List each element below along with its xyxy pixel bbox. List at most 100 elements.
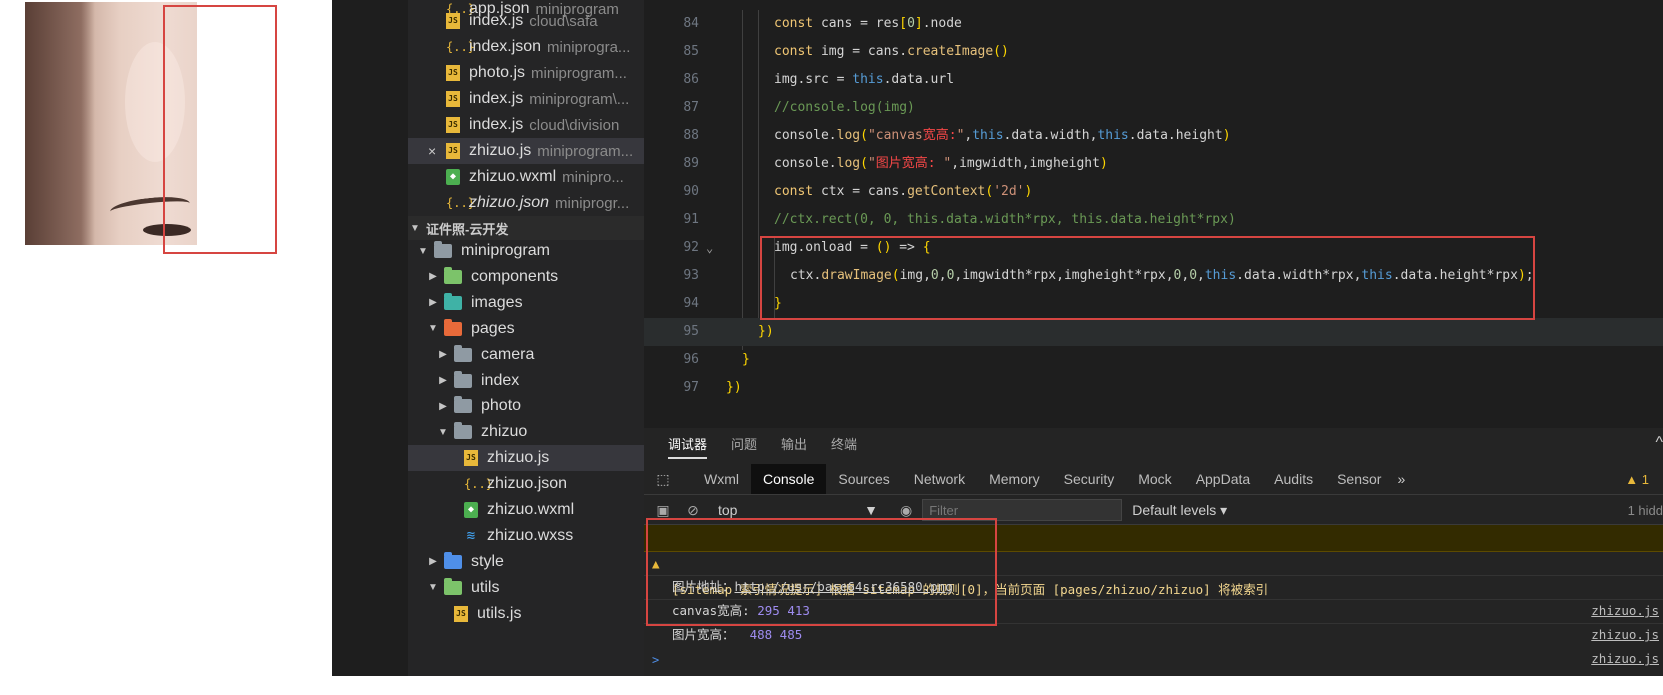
item-name: photo xyxy=(481,397,522,415)
onload-code-annotation xyxy=(760,236,1535,320)
code-line[interactable]: 85 const img = cans.createImage() xyxy=(644,38,1663,66)
tree-item-components[interactable]: ▶ components xyxy=(408,264,644,290)
tree-item-camera[interactable]: ▶ camera xyxy=(408,342,644,368)
tab-appdata[interactable]: AppData xyxy=(1184,464,1262,494)
eye-icon[interactable]: ◉ xyxy=(900,502,912,519)
activity-gutter xyxy=(332,0,408,676)
clear-console-icon[interactable]: ⊘ xyxy=(682,502,704,519)
more-tabs-icon[interactable]: » xyxy=(1393,471,1409,487)
tab-wxml[interactable]: Wxml xyxy=(692,464,751,494)
code-line[interactable]: 87 //console.log(img) xyxy=(644,94,1663,122)
chevron-down-icon: ▼ xyxy=(418,245,428,257)
project-section-header[interactable]: ▼ 证件照-云开发 xyxy=(408,216,644,240)
item-name: utils.js xyxy=(477,604,522,622)
open-editor-item[interactable]: JS index.js cloud\division xyxy=(408,112,644,138)
log-source-link[interactable]: zhizuo.js xyxy=(1591,647,1659,671)
tab-problems[interactable]: 问题 xyxy=(731,428,757,462)
code-editor[interactable]: 84 const cans = res[0].node 85 const img = … xyxy=(644,0,1663,428)
item-name: images xyxy=(471,293,523,311)
item-name: zhizuo.js xyxy=(487,449,550,467)
tree-item-miniprogram[interactable]: ▼ miniprogram xyxy=(408,238,644,264)
simulator-view xyxy=(0,0,332,676)
line-number: 86 xyxy=(683,72,699,87)
tree-item-zhizuo-wxml[interactable]: ◆ zhizuo.wxml xyxy=(408,497,644,523)
code-line[interactable]: 91 //ctx.rect(0, 0, this.data.width*rpx, … xyxy=(644,206,1663,234)
code-text: console.log("canvas宽高:",this.data.width,… xyxy=(774,128,1231,143)
code-line[interactable]: 86 img.src = this.data.url xyxy=(644,66,1663,94)
line-number: 90 xyxy=(683,184,699,199)
tab-terminal[interactable]: 终端 xyxy=(831,428,857,462)
tab-audits[interactable]: Audits xyxy=(1262,464,1325,494)
dropdown-caret-icon: ▼ xyxy=(864,502,878,518)
tab-network[interactable]: Network xyxy=(902,464,977,494)
folder-icon xyxy=(434,241,452,258)
tree-item-pages[interactable]: ▼ pages xyxy=(408,316,644,342)
photo-hair xyxy=(25,2,95,245)
tree-item-style[interactable]: ▶ style xyxy=(408,549,644,575)
tree-item-zhizuo-js[interactable]: JS zhizuo.js xyxy=(408,445,644,472)
code-text: }) xyxy=(726,380,742,395)
tree-item-utils-js[interactable]: JS utils.js xyxy=(408,601,644,627)
item-name: zhizuo xyxy=(481,423,528,441)
tree-item-zhizuo-wxss[interactable]: ≋ zhizuo.wxss xyxy=(408,523,644,549)
tab-sources[interactable]: Sources xyxy=(826,464,901,494)
folder-icon xyxy=(444,551,462,569)
line-number: 95 xyxy=(683,324,699,339)
tab-security[interactable]: Security xyxy=(1052,464,1127,494)
line-number: 89 xyxy=(683,156,699,171)
open-editor-item[interactable]: JS index.js miniprogram\... xyxy=(408,86,644,112)
folder-icon xyxy=(454,422,472,440)
item-name: index xyxy=(481,371,520,389)
item-name: utils xyxy=(471,578,500,596)
chevron-down-icon: ▼ xyxy=(428,323,438,335)
open-editor-item[interactable]: × JS zhizuo.js miniprogram... xyxy=(408,138,644,164)
code-line[interactable]: 96} xyxy=(644,346,1663,374)
js-file-icon: JS xyxy=(446,91,460,107)
tab-output[interactable]: 输出 xyxy=(781,428,807,462)
code-line[interactable]: 97}) xyxy=(644,374,1663,402)
console-prompt[interactable]: > xyxy=(652,653,659,667)
tab-debugger[interactable]: 调试器 xyxy=(668,428,708,462)
fold-chevron-icon[interactable]: ⌄ xyxy=(706,234,713,262)
tree-item-zhizuo[interactable]: ▼ zhizuo xyxy=(408,419,644,445)
tab-console[interactable]: Console xyxy=(751,464,827,494)
tree-item-zhizuo-json[interactable]: {..} zhizuo.json xyxy=(408,471,644,497)
open-editor-item[interactable]: {..} zhizuo.json miniprogr... xyxy=(408,190,644,216)
open-editor-item[interactable]: JS index.js cloud\safa xyxy=(408,8,644,34)
code-line[interactable]: 95}) xyxy=(644,318,1663,346)
code-line[interactable]: 84 const cans = res[0].node xyxy=(644,10,1663,38)
file-path: miniprogr... xyxy=(555,194,630,212)
open-editor-item[interactable]: {..} index.json miniprogra... xyxy=(408,34,644,60)
tree-item-photo[interactable]: ▶ photo xyxy=(408,393,644,419)
tree-item-index[interactable]: ▶ index xyxy=(408,368,644,394)
warning-count: 1 xyxy=(1641,471,1649,487)
tab-mock[interactable]: Mock xyxy=(1126,464,1183,494)
folder-icon xyxy=(444,577,462,595)
log-levels-select[interactable]: Default levels ▾ xyxy=(1132,502,1227,519)
code-text: }) xyxy=(758,324,774,339)
wxml-file-icon: ◆ xyxy=(464,502,478,518)
js-file-icon: JS xyxy=(446,117,460,133)
log-source-link[interactable]: zhizuo.js xyxy=(1591,623,1659,647)
tab-sensor[interactable]: Sensor xyxy=(1325,464,1393,494)
hidden-messages-count: 1 hidd xyxy=(1627,502,1663,518)
code-line[interactable]: 88 console.log("canvas宽高:",this.data.widt… xyxy=(644,122,1663,150)
code-line[interactable]: 90 const ctx = cans.getContext('2d') xyxy=(644,178,1663,206)
toggle-sidebar-icon[interactable]: ▣ xyxy=(652,502,674,519)
project-title: 证件照-云开发 xyxy=(426,221,509,237)
open-editor-item[interactable]: JS photo.js miniprogram... xyxy=(408,60,644,86)
context-select[interactable]: top ▼ xyxy=(718,502,878,518)
open-editor-item[interactable]: ◆ zhizuo.wxml minipro... xyxy=(408,164,644,190)
line-number: 96 xyxy=(683,352,699,367)
chevron-up-icon[interactable]: ^ xyxy=(1655,434,1663,452)
line-number: 91 xyxy=(683,212,699,227)
inspect-element-icon[interactable]: ⬚ xyxy=(650,471,676,488)
code-text: const img = cans.createImage() xyxy=(774,44,1009,59)
js-file-icon: JS xyxy=(446,65,460,81)
tree-item-images[interactable]: ▶ images xyxy=(408,290,644,316)
code-line[interactable]: 89 console.log("图片宽高: ",imgwidth,imgheigh… xyxy=(644,150,1663,178)
folder-icon xyxy=(444,266,462,284)
tree-item-utils[interactable]: ▼ utils xyxy=(408,575,644,601)
warning-count-badge[interactable]: ▲ 1 xyxy=(1625,472,1649,487)
tab-memory[interactable]: Memory xyxy=(977,464,1052,494)
